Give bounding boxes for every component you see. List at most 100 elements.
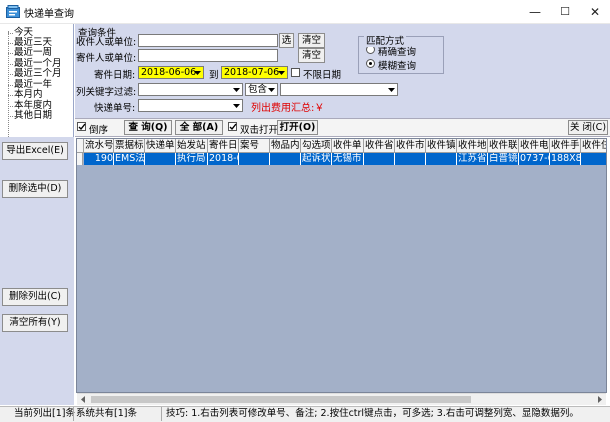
sender-label: 寄件人或单位: bbox=[76, 53, 137, 64]
chevron-down-icon bbox=[278, 71, 285, 75]
column-header[interactable]: 快递单 bbox=[145, 139, 176, 153]
status-tip: 技巧: 1.右击列表可修改单号、备注; 2.按住ctrl键点击，可多选; 3.右… bbox=[166, 408, 579, 419]
date-to-picker[interactable]: 2018-07-06 bbox=[221, 66, 288, 79]
column-header[interactable]: 收件镇 bbox=[426, 139, 457, 153]
date-from-value: 2018-06-06 bbox=[141, 67, 197, 78]
table-cell[interactable]: 190 bbox=[84, 153, 114, 165]
column-header[interactable]: 收件住 bbox=[581, 139, 606, 153]
app-icon bbox=[6, 5, 20, 18]
title-bar bbox=[0, 0, 610, 24]
clear-all-button[interactable]: 清空所有(Y) bbox=[2, 314, 68, 332]
query-button[interactable]: 查 询(Q) bbox=[124, 120, 172, 135]
date-to-label: 到 bbox=[209, 70, 219, 81]
reverse-order-label: 倒序 bbox=[89, 125, 109, 136]
table-cell[interactable]: 无锡市 bbox=[332, 153, 364, 165]
table-cell[interactable]: 起诉状 bbox=[301, 153, 332, 165]
table-cell[interactable] bbox=[395, 153, 426, 165]
show-all-button[interactable]: 全 部(A) bbox=[175, 120, 223, 135]
dblclick-open-checkbox[interactable] bbox=[228, 122, 237, 131]
table-cell[interactable] bbox=[426, 153, 457, 165]
sender-clear-button[interactable]: 清空 bbox=[298, 48, 325, 63]
tracking-number-select[interactable] bbox=[138, 99, 243, 112]
table-cell[interactable]: 2018-06 bbox=[208, 153, 239, 165]
listed-count: 当前列出[1]条 bbox=[14, 408, 75, 419]
match-group-title: 匹配方式 bbox=[364, 33, 407, 47]
check-icon bbox=[78, 123, 86, 131]
table-cell[interactable] bbox=[364, 153, 395, 165]
tracking-number-label: 快递单号: bbox=[94, 103, 136, 114]
column-header[interactable]: 勾选项 bbox=[301, 139, 332, 153]
receiver-choose-button[interactable]: 选 bbox=[279, 33, 294, 48]
status-divider bbox=[161, 407, 162, 421]
column-header[interactable]: 收件电 bbox=[519, 139, 550, 153]
row-indicator bbox=[77, 153, 83, 165]
date-item-other[interactable]: 其他日期 bbox=[7, 111, 52, 121]
status-divider bbox=[73, 407, 74, 421]
dblclick-open-label: 双击打开 bbox=[240, 125, 279, 136]
table-cell[interactable] bbox=[145, 153, 176, 165]
delete-selected-button[interactable]: 删除选中(D) bbox=[2, 180, 68, 198]
total-count: 系统共有[1]条 bbox=[76, 408, 137, 419]
minimize-button[interactable]: — bbox=[520, 0, 550, 24]
maximize-button[interactable]: ☐ bbox=[550, 0, 580, 24]
receiver-clear-button[interactable]: 清空 bbox=[298, 33, 325, 48]
keyword-operator-select[interactable]: 包含 bbox=[245, 83, 278, 96]
column-header[interactable]: 流水号 bbox=[84, 139, 114, 153]
table-cell[interactable]: 执行局 bbox=[176, 153, 208, 165]
table-cell[interactable] bbox=[581, 153, 606, 165]
date-label: 寄件日期: bbox=[94, 70, 136, 81]
table-cell[interactable]: 188X8 bbox=[550, 153, 581, 165]
window-title: 快递单查询 bbox=[24, 9, 74, 20]
column-header[interactable]: 收件手 bbox=[550, 139, 581, 153]
receiver-input[interactable] bbox=[138, 34, 278, 47]
date-from-picker[interactable]: 2018-06-06 bbox=[138, 66, 204, 79]
column-header[interactable]: 票据标 bbox=[114, 139, 145, 153]
delete-listed-button[interactable]: 删除列出(C) bbox=[2, 288, 68, 306]
keyword-operator-value: 包含 bbox=[248, 84, 268, 95]
column-header[interactable]: 收件联 bbox=[488, 139, 519, 153]
grid-corner bbox=[77, 139, 84, 153]
date-item-this-month[interactable]: 本月内 bbox=[8, 90, 43, 100]
check-icon bbox=[229, 123, 237, 131]
fee-summary: 列出费用汇总:￥ bbox=[251, 103, 325, 114]
close-window-button[interactable]: ✕ bbox=[580, 0, 610, 24]
column-header[interactable]: 收件省 bbox=[364, 139, 395, 153]
keyword-value-select[interactable] bbox=[280, 83, 398, 96]
keyword-column-select[interactable] bbox=[138, 83, 243, 96]
table-cell[interactable]: EMS法院 bbox=[114, 153, 145, 165]
scroll-right-icon[interactable] bbox=[594, 394, 606, 405]
open-button[interactable]: 打开(O) bbox=[277, 120, 318, 135]
date-to-value: 2018-07-06 bbox=[224, 67, 280, 78]
table-cell[interactable] bbox=[270, 153, 301, 165]
results-grid[interactable]: 流水号 票据标 快递单 始发站 寄件日 案号 物品内 勾选项 收件单 收件省 收件市 收件镇 收件地 收件… bbox=[76, 138, 607, 393]
receiver-label: 收件人或单位: bbox=[76, 37, 137, 48]
chevron-down-icon bbox=[233, 88, 240, 92]
column-header[interactable]: 物品内 bbox=[270, 139, 301, 153]
no-date-limit-label: 不限日期 bbox=[303, 70, 342, 81]
chevron-down-icon bbox=[268, 88, 275, 92]
column-header[interactable]: 案号 bbox=[239, 139, 270, 153]
table-cell[interactable]: 白晋镜 bbox=[488, 153, 519, 165]
table-cell[interactable]: 江苏省 bbox=[457, 153, 488, 165]
horizontal-scrollbar[interactable] bbox=[77, 393, 606, 405]
sender-input[interactable] bbox=[138, 49, 278, 62]
date-item-3months[interactable]: 最近三个月 bbox=[8, 69, 62, 79]
keyword-filter-label: 列关键字过滤: bbox=[76, 87, 137, 98]
table-cell[interactable] bbox=[239, 153, 270, 165]
column-header[interactable]: 收件地 bbox=[457, 139, 488, 153]
scroll-left-icon[interactable] bbox=[77, 394, 89, 405]
close-button[interactable]: 关 闭(C) bbox=[568, 120, 608, 135]
column-header[interactable]: 寄件日 bbox=[208, 139, 239, 153]
reverse-order-checkbox[interactable] bbox=[77, 122, 86, 131]
date-item-week[interactable]: 最近一周 bbox=[7, 48, 52, 58]
scrollbar-thumb[interactable] bbox=[91, 396, 471, 403]
column-header[interactable]: 收件市 bbox=[395, 139, 426, 153]
chevron-down-icon bbox=[233, 104, 240, 108]
table-cell[interactable]: 0737-6 bbox=[519, 153, 550, 165]
column-header[interactable]: 始发站 bbox=[176, 139, 208, 153]
column-header[interactable]: 收件单 bbox=[332, 139, 364, 153]
export-excel-button[interactable]: 导出Excel(E) bbox=[2, 142, 68, 160]
action-panel bbox=[0, 137, 74, 405]
fuzzy-match-radio[interactable] bbox=[366, 59, 375, 68]
no-date-limit-checkbox[interactable] bbox=[291, 68, 300, 77]
